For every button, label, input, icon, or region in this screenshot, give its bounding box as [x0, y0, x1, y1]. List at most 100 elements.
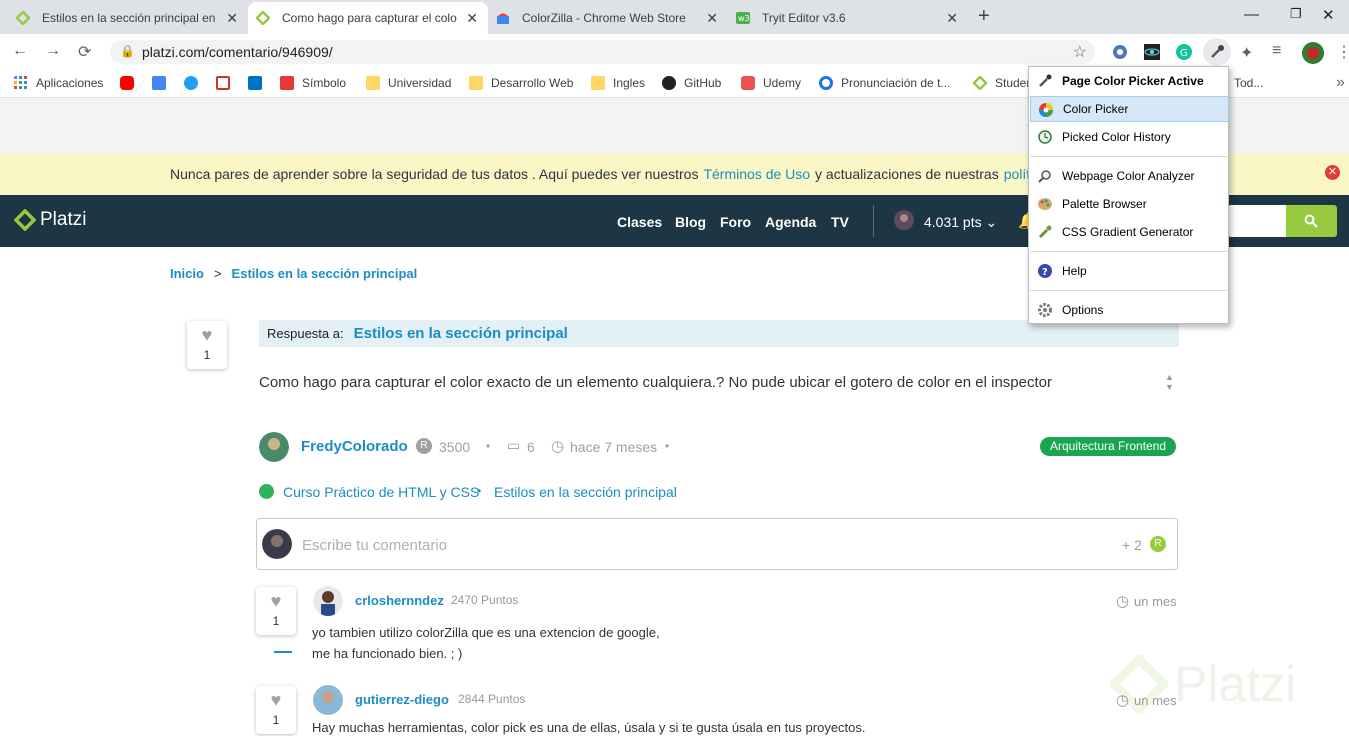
- bookmark-github[interactable]: GitHub: [662, 76, 721, 90]
- bookmark-youtube[interactable]: [120, 76, 142, 90]
- close-icon[interactable]: ✕: [226, 10, 238, 27]
- extension-icon[interactable]: [1112, 44, 1128, 60]
- tab-title: ColorZilla - Chrome Web Store: [522, 11, 686, 25]
- menu-palette-browser[interactable]: Palette Browser: [1030, 191, 1229, 217]
- nav-tv[interactable]: TV: [831, 214, 849, 230]
- media-queue-icon[interactable]: ≡: [1272, 42, 1281, 60]
- platzi-logo-icon: [1110, 655, 1168, 713]
- nav-clases[interactable]: Clases: [617, 214, 662, 230]
- close-icon[interactable]: ✕: [946, 10, 958, 27]
- bookmark-simbolo[interactable]: Símbolo: [280, 76, 346, 90]
- bookmark-ingles[interactable]: Ingles: [591, 76, 645, 90]
- author-avatar[interactable]: [259, 432, 289, 462]
- platzi-logo-icon: [14, 209, 36, 231]
- close-banner-icon[interactable]: ✕: [1325, 165, 1340, 180]
- minimize-button[interactable]: —: [1244, 6, 1259, 23]
- course-link[interactable]: Curso Práctico de HTML y CSS: [283, 484, 479, 500]
- user-points[interactable]: 4.031 pts ⌄: [924, 214, 997, 231]
- tag-badge[interactable]: Arquitectura Frontend: [1040, 437, 1177, 456]
- gradient-icon: [1038, 225, 1052, 239]
- forward-icon[interactable]: →: [45, 42, 61, 60]
- twitter-icon: [184, 76, 198, 90]
- breadcrumb-home[interactable]: Inicio: [170, 266, 204, 281]
- bookmark-twitter[interactable]: [184, 76, 206, 90]
- url-text: platzi.com/comentario/946909/: [142, 44, 333, 60]
- gear-icon: [1038, 303, 1052, 317]
- platzi-logo[interactable]: Platzi: [14, 209, 86, 231]
- reload-icon[interactable]: ⟳: [78, 42, 91, 62]
- tab-tryit[interactable]: w3 Tryit Editor v3.6 ✕: [728, 2, 968, 34]
- answer-avatar[interactable]: [313, 685, 343, 715]
- more-bookmarks-button[interactable]: »: [1336, 74, 1345, 92]
- like-count: 1: [272, 614, 280, 628]
- section-link[interactable]: Estilos en la sección principal: [494, 484, 677, 500]
- author-points: 3500: [439, 439, 471, 455]
- close-window-button[interactable]: ✕: [1322, 6, 1335, 24]
- search-icon: [1304, 214, 1318, 228]
- bookmark-outlook[interactable]: [248, 76, 270, 90]
- bookmark-pronunciacion[interactable]: Pronunciación de t...: [819, 76, 950, 90]
- grammarly-icon[interactable]: G: [1176, 44, 1192, 60]
- menu-options[interactable]: Options: [1030, 297, 1229, 323]
- nav-agenda[interactable]: Agenda: [765, 214, 816, 230]
- answer-avatar[interactable]: [313, 586, 343, 616]
- menu-help[interactable]: ? Help: [1030, 258, 1229, 284]
- menu-page-color-picker-active[interactable]: Page Color Picker Active: [1030, 68, 1229, 94]
- bookmark-udemy[interactable]: Udemy: [741, 76, 801, 90]
- terms-link[interactable]: Términos de Uso: [703, 166, 810, 182]
- comment-box[interactable]: Escribe tu comentario + 2 R: [256, 518, 1178, 570]
- close-icon[interactable]: ✕: [706, 10, 718, 27]
- close-icon[interactable]: ✕: [466, 10, 478, 27]
- bookmark-desarrollo-web[interactable]: Desarrollo Web: [469, 76, 573, 90]
- answer-author[interactable]: crloshernndez: [355, 593, 444, 608]
- reply-label: Respuesta a:: [267, 326, 344, 341]
- new-tab-button[interactable]: +: [978, 5, 990, 28]
- bookmark-studen[interactable]: Studen: [973, 76, 1033, 90]
- tab-estilos[interactable]: Estilos en la sección principal en ✕: [8, 2, 248, 34]
- search-input[interactable]: [1228, 205, 1286, 237]
- udemy-icon: [741, 76, 755, 90]
- menu-color-picker[interactable]: Color Picker: [1030, 96, 1229, 122]
- search-button[interactable]: [1286, 205, 1337, 237]
- user-avatar[interactable]: [894, 210, 914, 230]
- breadcrumb-current[interactable]: Estilos en la sección principal: [232, 266, 418, 281]
- menu-webpage-color-analyzer[interactable]: Webpage Color Analyzer: [1030, 163, 1229, 189]
- bookmark-tod[interactable]: Tod...: [1234, 76, 1263, 90]
- platzi-watermark: Platzi: [1110, 655, 1296, 713]
- like-count: 1: [203, 348, 211, 362]
- menu-picked-color-history[interactable]: Picked Color History: [1030, 124, 1229, 150]
- gmail-icon: [216, 76, 230, 90]
- answer-like-button[interactable]: ♥ 1: [256, 686, 296, 734]
- restore-button[interactable]: ❐: [1290, 6, 1302, 22]
- bookmark-universidad[interactable]: Universidad: [366, 76, 451, 90]
- tab-como-hago[interactable]: Como hago para capturar el colo ✕: [248, 2, 488, 34]
- bookmark-gmail[interactable]: [216, 76, 238, 90]
- nav-foro[interactable]: Foro: [720, 214, 751, 230]
- scroll-arrows-icon[interactable]: ▲ ▼: [1165, 372, 1174, 392]
- rank-badge-icon: R: [1150, 536, 1166, 552]
- heart-icon: ♥: [270, 591, 282, 611]
- colorzilla-button[interactable]: [1203, 38, 1231, 66]
- extensions-puzzle-icon[interactable]: ✦: [1240, 43, 1253, 63]
- author-name[interactable]: FredyColorado: [301, 438, 408, 455]
- answer-points: 2470 Puntos: [451, 593, 519, 607]
- question-like-button[interactable]: ♥ 1: [187, 321, 227, 369]
- menu-css-gradient-generator[interactable]: CSS Gradient Generator: [1030, 219, 1229, 245]
- back-icon[interactable]: ←: [12, 42, 28, 60]
- profile-avatar[interactable]: [1302, 42, 1324, 64]
- bookmark-aplicaciones[interactable]: Aplicaciones: [14, 76, 103, 90]
- react-devtools-icon[interactable]: [1144, 44, 1160, 60]
- tab-colorzilla[interactable]: ColorZilla - Chrome Web Store ✕: [488, 2, 728, 34]
- thread-line: [274, 651, 292, 653]
- nav-blog[interactable]: Blog: [675, 214, 706, 230]
- reply-title-link[interactable]: Estilos en la sección principal: [354, 325, 568, 342]
- answer-author[interactable]: gutierrez-diego: [355, 692, 449, 707]
- star-icon[interactable]: ☆: [1073, 42, 1087, 62]
- translate-icon: [152, 76, 166, 90]
- menu-kebab-icon[interactable]: ⋮: [1336, 42, 1349, 62]
- answer-like-button[interactable]: ♥ 1: [256, 587, 296, 635]
- address-bar[interactable]: 🔒 platzi.com/comentario/946909/ ☆: [110, 40, 1095, 64]
- dot-separator: •: [665, 439, 670, 453]
- bookmark-translate[interactable]: [152, 76, 174, 90]
- tab-strip: Estilos en la sección principal en ✕ Com…: [0, 0, 1349, 34]
